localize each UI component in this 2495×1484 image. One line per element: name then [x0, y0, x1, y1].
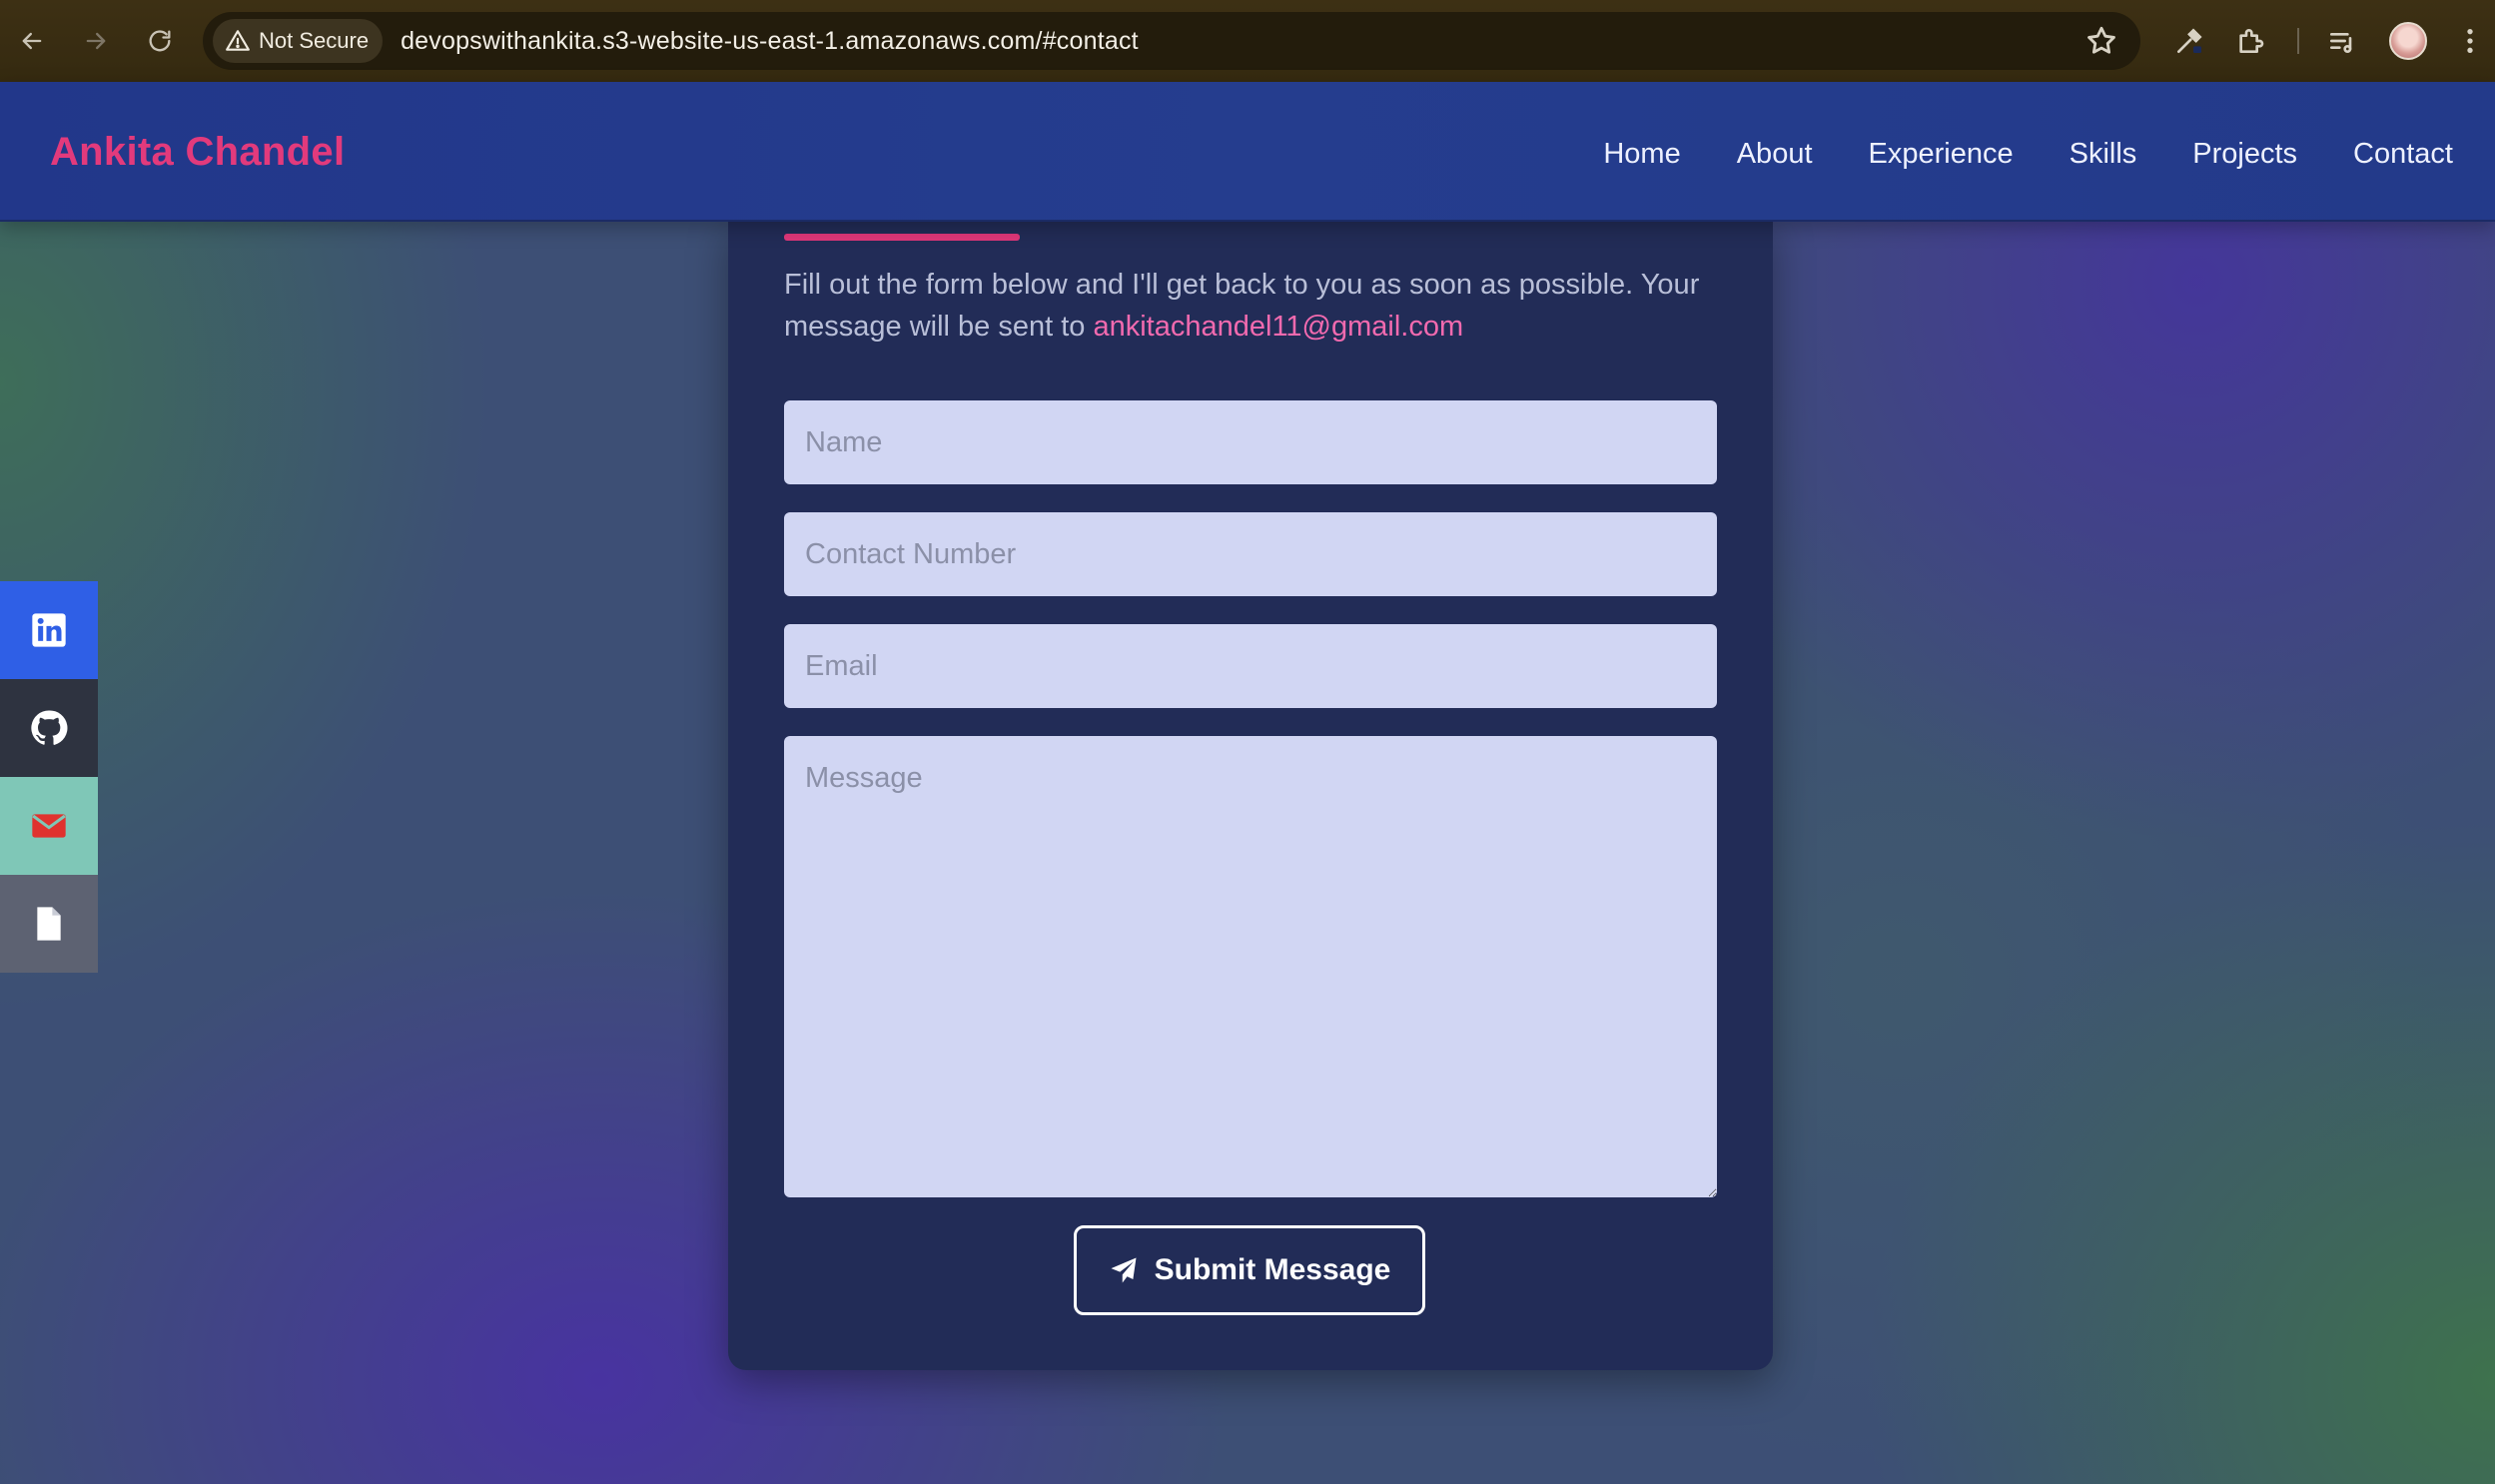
nav-contact[interactable]: Contact: [2353, 138, 2453, 171]
back-icon: [22, 32, 42, 50]
resume-link[interactable]: [0, 875, 98, 973]
extensions-icon: [2239, 29, 2264, 53]
reload-button[interactable]: [128, 0, 192, 82]
nav-projects[interactable]: Projects: [2192, 138, 2297, 171]
contact-number-input[interactable]: [784, 512, 1717, 596]
submit-label: Submit Message: [1154, 1253, 1391, 1286]
reload-icon: [149, 30, 171, 52]
github-link[interactable]: [0, 679, 98, 777]
eyedropper-icon: [2177, 28, 2202, 53]
nav-skills[interactable]: Skills: [2070, 138, 2137, 171]
mail-icon: [32, 814, 66, 838]
address-bar[interactable]: Not Secure devopswithankita.s3-website-u…: [203, 12, 2140, 70]
browser-toolbar: Not Secure devopswithankita.s3-website-u…: [0, 0, 2495, 82]
contact-email-link[interactable]: ankitachandel11@gmail.com: [1093, 311, 1463, 343]
more-menu-button[interactable]: [2451, 22, 2489, 60]
forward-icon: [86, 32, 106, 50]
document-icon: [37, 907, 61, 941]
bookmark-star-button[interactable]: [2084, 24, 2118, 58]
message-textarea[interactable]: [784, 736, 1717, 1197]
extensions-button[interactable]: [2231, 22, 2269, 60]
name-input[interactable]: [784, 400, 1717, 484]
nav-about[interactable]: About: [1737, 138, 1813, 171]
contact-card: Fill out the form below and I'll get bac…: [728, 222, 1773, 1370]
social-sidebar: [0, 581, 98, 973]
section-accent-line: [784, 234, 1020, 241]
url-text[interactable]: devopswithankita.s3-website-us-east-1.am…: [401, 27, 1139, 56]
linkedin-icon: [32, 613, 66, 647]
main-nav: Home About Experience Skills Projects Co…: [1603, 138, 2453, 171]
more-menu-icon: [2467, 29, 2473, 53]
profile-avatar[interactable]: [2389, 22, 2427, 60]
reading-list-button[interactable]: [2323, 22, 2361, 60]
site-brand[interactable]: Ankita Chandel: [50, 130, 345, 175]
back-button[interactable]: [0, 0, 64, 82]
contact-intro: Fill out the form below and I'll get bac…: [784, 264, 1723, 348]
forward-button[interactable]: [64, 0, 128, 82]
nav-home[interactable]: Home: [1603, 138, 1680, 171]
warning-icon: [226, 30, 250, 51]
reading-list-icon: [2330, 32, 2352, 53]
email-link[interactable]: [0, 777, 98, 875]
linkedin-link[interactable]: [0, 581, 98, 679]
eyedropper-button[interactable]: [2170, 22, 2208, 60]
paper-plane-icon: [1111, 1257, 1137, 1283]
site-header: Ankita Chandel Home About Experience Ski…: [0, 82, 2495, 222]
nav-experience[interactable]: Experience: [1869, 138, 2014, 171]
security-label: Not Secure: [259, 28, 370, 53]
email-input[interactable]: [784, 624, 1717, 708]
toolbar-divider: [2297, 28, 2299, 54]
security-chip[interactable]: Not Secure: [213, 19, 384, 63]
github-icon: [31, 710, 68, 745]
star-icon: [2087, 26, 2115, 54]
submit-message-button[interactable]: Submit Message: [1074, 1225, 1425, 1315]
